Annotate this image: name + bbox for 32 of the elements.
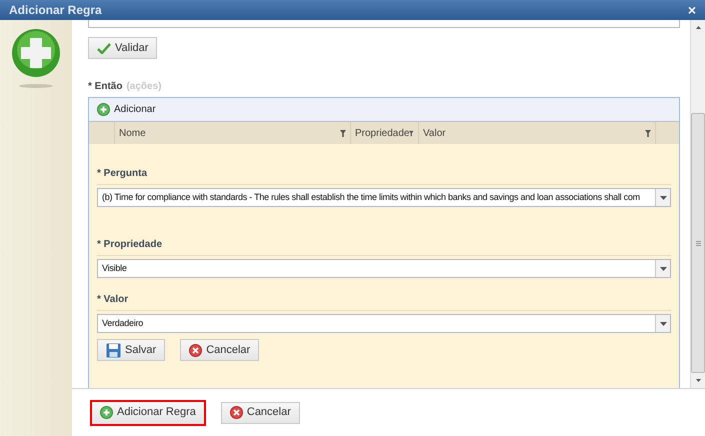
button[interactable]: Cancelar [220, 402, 300, 424]
button[interactable]: Cancelar [180, 339, 260, 361]
button[interactable]: Salvar [97, 339, 166, 361]
button[interactable]: Validar [88, 37, 158, 59]
filter-icon [340, 130, 346, 136]
input-field[interactable] [88, 20, 680, 28]
scrollbar-thumb[interactable] [691, 113, 705, 373]
section-label: * Então [88, 80, 122, 94]
column-header[interactable]: Valor [419, 122, 656, 144]
field-label: * Propriedade [97, 237, 671, 256]
check-icon [97, 42, 111, 54]
plus-icon [97, 103, 110, 116]
filter-icon [409, 130, 414, 136]
scroll-down-icon[interactable] [696, 379, 700, 382]
filter-icon [645, 130, 651, 136]
plus-icon [100, 406, 113, 419]
column-header[interactable]: Propriedade [351, 122, 419, 144]
add-button[interactable]: Adicionar [97, 102, 156, 117]
select-field[interactable]: Visible [97, 259, 671, 278]
plus-icon [11, 28, 61, 90]
button[interactable]: Adicionar Regra [90, 400, 206, 426]
select-field[interactable]: (b) Time for compliance with standards - The rules shall establish the time limits within which banks and savings and loan associations shall com [97, 188, 671, 207]
scrollbar[interactable] [690, 20, 705, 388]
column-header[interactable]: Nome [115, 122, 351, 144]
cancel-icon [230, 406, 243, 419]
field-label: * Pergunta [97, 166, 671, 185]
scroll-up-icon[interactable] [696, 26, 700, 29]
window-title: Adicionar Regra [9, 2, 102, 19]
field-label: * Valor [97, 292, 671, 311]
cancel-icon [189, 344, 202, 356]
select-field[interactable]: Verdadeiro [97, 314, 671, 333]
close-button[interactable]: × [688, 3, 696, 17]
